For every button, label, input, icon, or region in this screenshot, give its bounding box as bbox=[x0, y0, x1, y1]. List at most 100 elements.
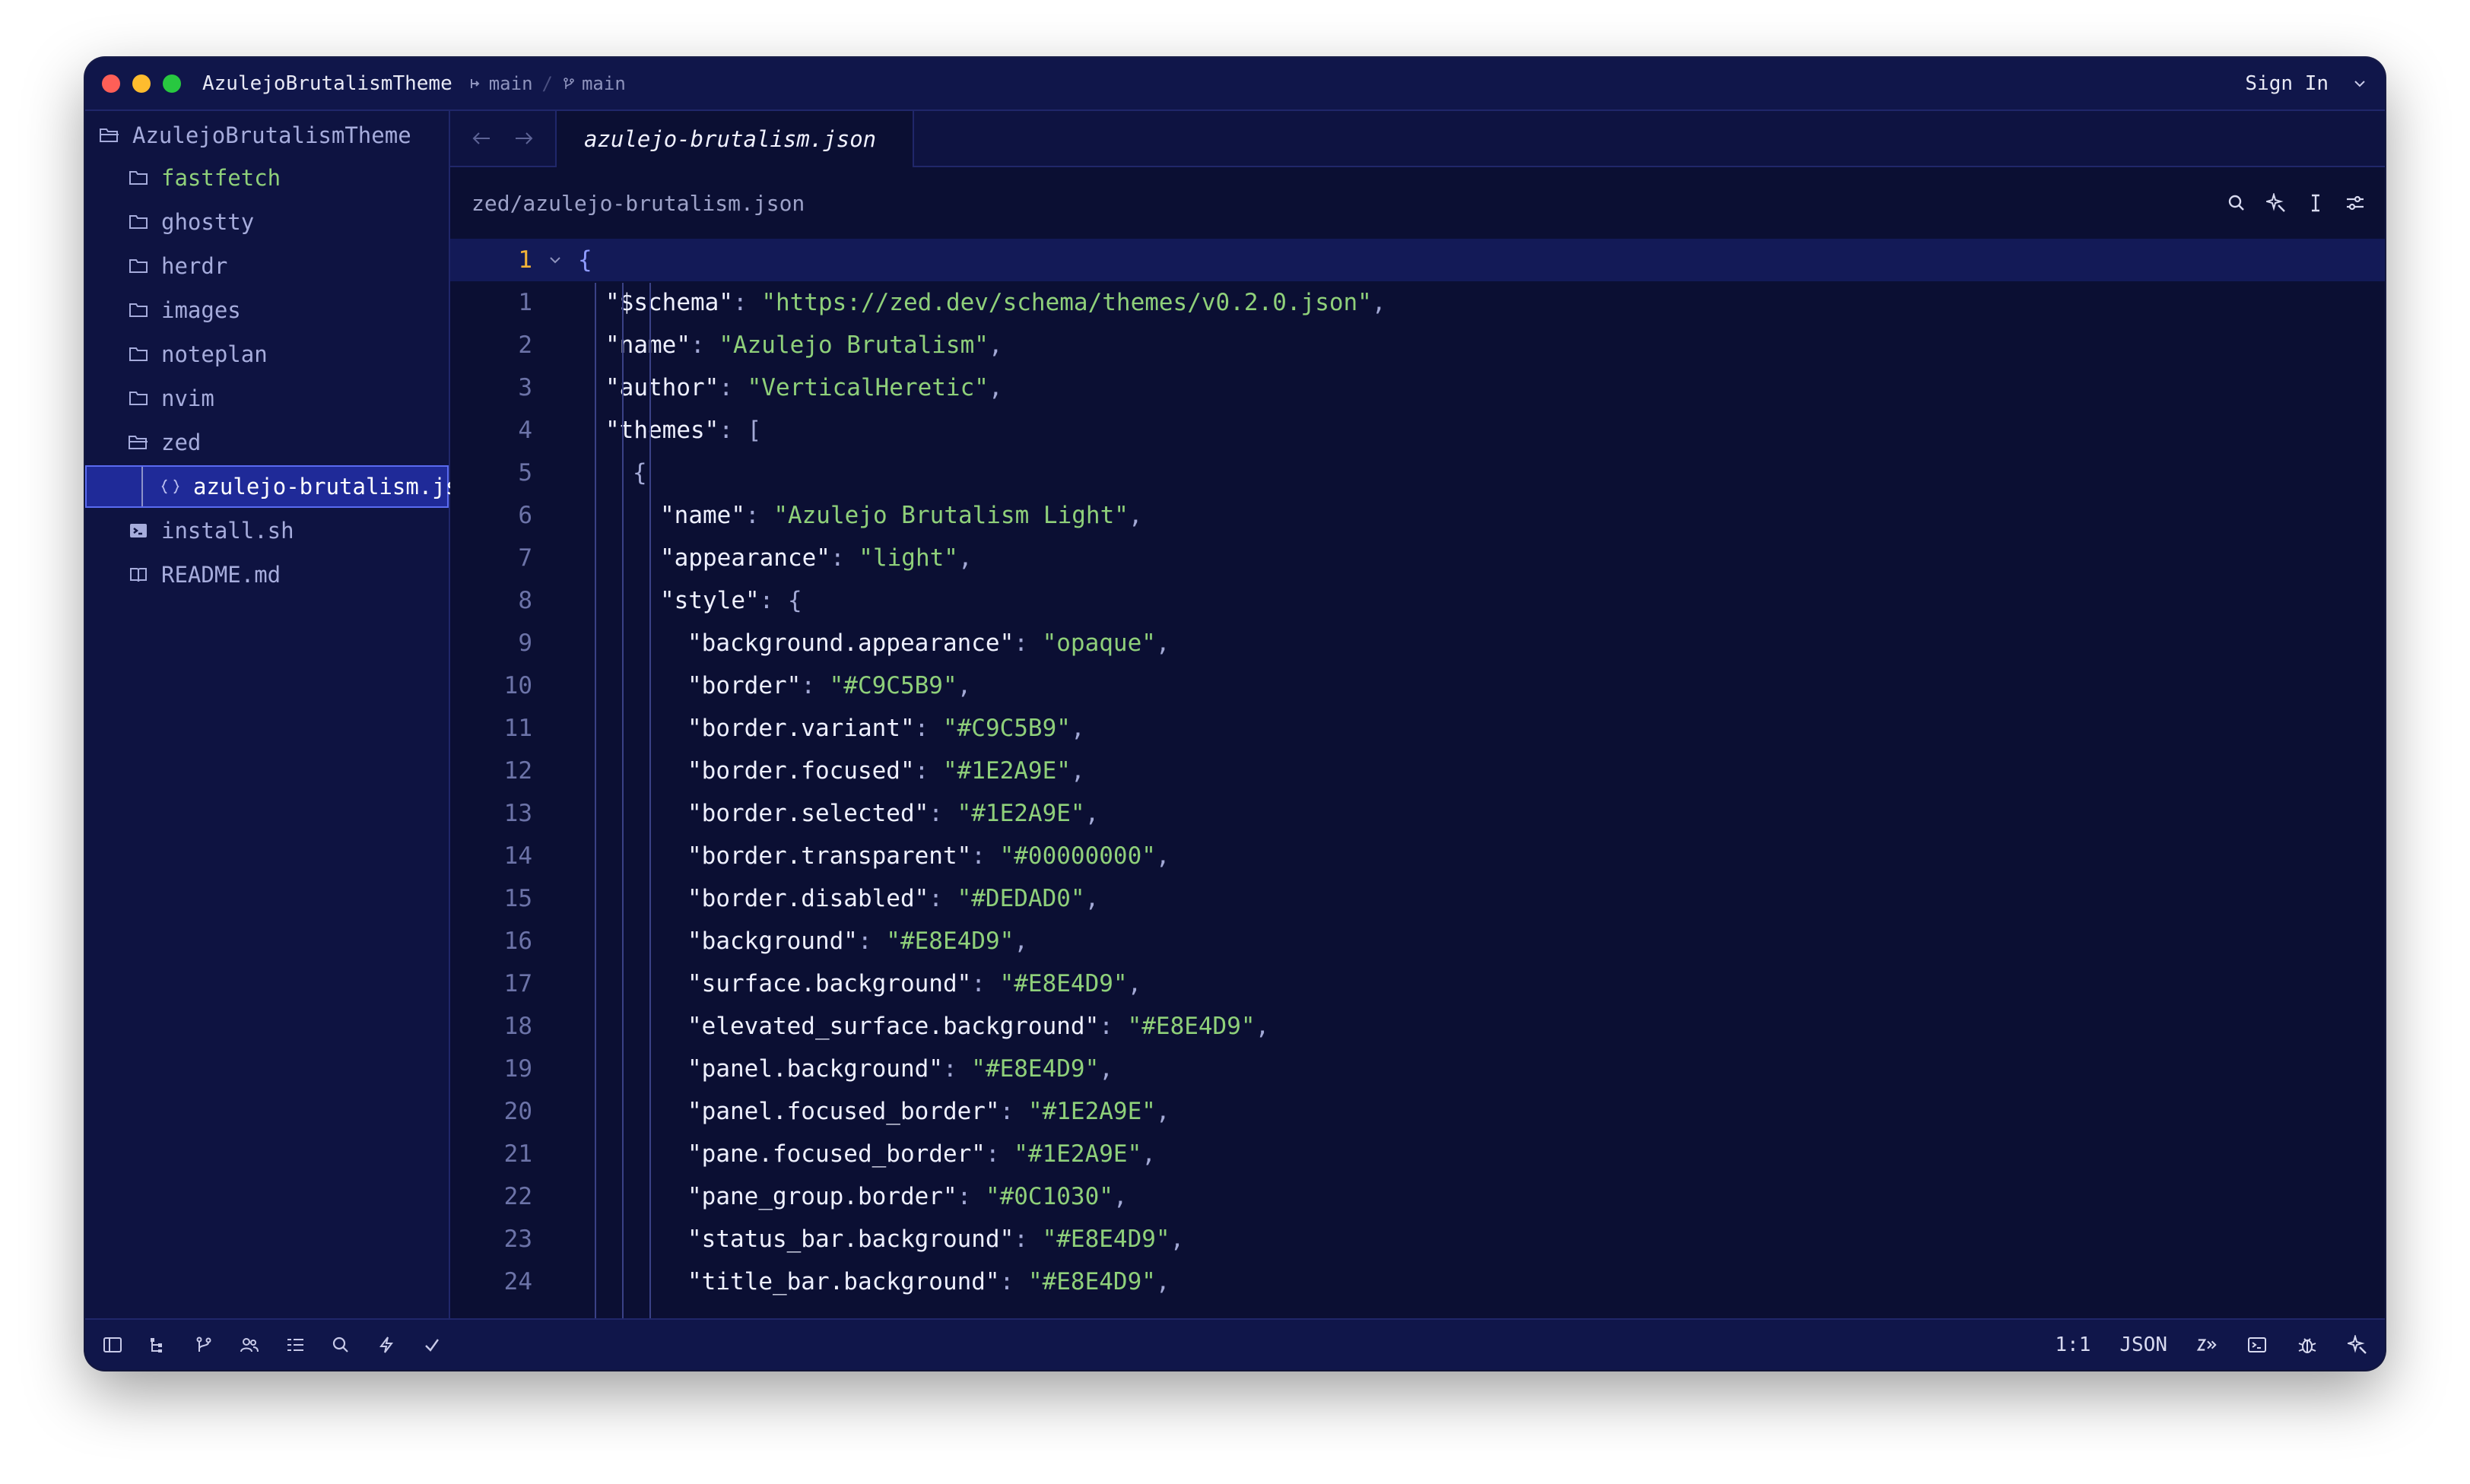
code-line[interactable]: 19 "panel.background": "#E8E4D9", bbox=[450, 1048, 2385, 1090]
fold-chevron-icon[interactable] bbox=[548, 252, 578, 268]
code-line[interactable]: 6 "name": "Azulejo Brutalism Light", bbox=[450, 494, 2385, 537]
code-line[interactable]: 13 "border.selected": "#1E2A9E", bbox=[450, 792, 2385, 835]
code-line[interactable]: 23 "status_bar.background": "#E8E4D9", bbox=[450, 1218, 2385, 1260]
code-line[interactable]: 9 "background.appearance": "opaque", bbox=[450, 622, 2385, 664]
search-icon[interactable] bbox=[330, 1334, 351, 1356]
branch-picker-1[interactable]: main bbox=[469, 73, 533, 94]
colon: : bbox=[957, 1183, 986, 1210]
code-line[interactable]: 14 "border.transparent": "#00000000", bbox=[450, 835, 2385, 877]
tree-item-readme-md[interactable]: README.md bbox=[85, 553, 449, 596]
tree-item-herdr[interactable]: herdr bbox=[85, 245, 449, 287]
nav-buttons bbox=[450, 111, 555, 166]
sliders-icon[interactable] bbox=[2345, 193, 2365, 213]
project-root[interactable]: AzulejoBrutalismTheme bbox=[85, 114, 449, 157]
punctuation: , bbox=[1170, 1226, 1185, 1253]
chevron-down-icon[interactable] bbox=[2351, 75, 2368, 92]
close-window-button[interactable] bbox=[102, 75, 120, 93]
tree-item-label: README.md bbox=[161, 562, 281, 588]
arrow-right-icon[interactable] bbox=[514, 131, 534, 146]
code-area[interactable]: 1{1 "$schema": "https://zed.dev/schema/th… bbox=[450, 239, 2385, 1318]
zoom-window-button[interactable] bbox=[163, 75, 181, 93]
colon: : bbox=[830, 544, 859, 572]
colon: : bbox=[719, 417, 748, 444]
cursor-position[interactable]: 1:1 bbox=[2055, 1333, 2091, 1356]
code-line[interactable]: 1{ bbox=[450, 239, 2385, 281]
punctuation: , bbox=[1084, 885, 1100, 912]
check-icon[interactable] bbox=[421, 1334, 443, 1356]
code-line[interactable]: 7 "appearance": "light", bbox=[450, 537, 2385, 579]
code-text: "panel.background": "#E8E4D9", bbox=[687, 1055, 1113, 1083]
code-line[interactable]: 3 "author": "VerticalHeretic", bbox=[450, 366, 2385, 409]
code-line[interactable]: 1 "$schema": "https://zed.dev/schema/them… bbox=[450, 281, 2385, 324]
minimize-window-button[interactable] bbox=[132, 75, 151, 93]
code-line[interactable]: 18 "elevated_surface.background": "#E8E4D… bbox=[450, 1005, 2385, 1048]
branch-picker-2[interactable]: main bbox=[562, 73, 626, 94]
line-number: 16 bbox=[503, 928, 532, 955]
code-line[interactable]: 15 "border.disabled": "#DEDAD0", bbox=[450, 877, 2385, 920]
tree-item-noteplan[interactable]: noteplan bbox=[85, 333, 449, 376]
collab-users-icon[interactable] bbox=[239, 1334, 260, 1356]
toggle-sidebar-icon[interactable] bbox=[102, 1334, 123, 1356]
json-key: "elevated_surface.background" bbox=[687, 1013, 1100, 1040]
tree-item-zed[interactable]: zed bbox=[85, 421, 449, 464]
tab-bar: azulejo-brutalism.json bbox=[450, 111, 2385, 167]
language-selector[interactable]: JSON bbox=[2119, 1333, 2167, 1356]
line-number: 2 bbox=[518, 331, 532, 359]
punctuation: , bbox=[1155, 842, 1170, 870]
zed-predict-icon[interactable] bbox=[2196, 1334, 2218, 1356]
code-line[interactable]: 11 "border.variant": "#C9C5B9", bbox=[450, 707, 2385, 750]
code-line[interactable]: 22 "pane_group.border": "#0C1030", bbox=[450, 1175, 2385, 1218]
code-line[interactable]: 8 "style": { bbox=[450, 579, 2385, 622]
code-line[interactable]: 17 "surface.background": "#E8E4D9", bbox=[450, 962, 2385, 1005]
colon: : bbox=[719, 374, 748, 401]
tree-item-fastfetch[interactable]: fastfetch bbox=[85, 157, 449, 199]
code-line[interactable]: 5{ bbox=[450, 452, 2385, 494]
tab-azulejo-brutalism-json[interactable]: azulejo-brutalism.json bbox=[555, 111, 915, 167]
book-icon bbox=[128, 564, 149, 585]
tree-item-install-sh[interactable]: install.sh bbox=[85, 509, 449, 552]
tree-item-images[interactable]: images bbox=[85, 289, 449, 331]
line-number: 3 bbox=[518, 374, 532, 401]
code-line[interactable]: 16 "background": "#E8E4D9", bbox=[450, 920, 2385, 962]
terminal-icon[interactable] bbox=[2246, 1334, 2268, 1356]
arrow-left-icon[interactable] bbox=[471, 131, 491, 146]
text-cursor-icon[interactable] bbox=[2306, 193, 2326, 213]
code-line[interactable]: 24 "title_bar.background": "#E8E4D9", bbox=[450, 1260, 2385, 1303]
tree-item-ghostty[interactable]: ghostty bbox=[85, 201, 449, 243]
tree-item-nvim[interactable]: nvim bbox=[85, 377, 449, 420]
git-panel-icon[interactable] bbox=[193, 1334, 214, 1356]
code-text: "author": "VerticalHeretic", bbox=[605, 374, 1003, 401]
tree-item-azulejo-brutalism-json[interactable]: azulejo-brutalism.json bbox=[85, 465, 485, 508]
code-line[interactable]: 10 "border": "#C9C5B9", bbox=[450, 664, 2385, 707]
line-number: 6 bbox=[518, 502, 532, 529]
code-line[interactable]: 21 "pane.focused_border": "#1E2A9E", bbox=[450, 1133, 2385, 1175]
code-line[interactable]: 2 "name": "Azulejo Brutalism", bbox=[450, 324, 2385, 366]
status-bar-left bbox=[102, 1334, 443, 1356]
search-icon[interactable] bbox=[2227, 193, 2246, 213]
debug-bug-icon[interactable] bbox=[2297, 1334, 2318, 1356]
json-string-value: "#1E2A9E" bbox=[1027, 1098, 1156, 1125]
lightning-icon[interactable] bbox=[376, 1334, 397, 1356]
project-name[interactable]: AzulejoBrutalismTheme bbox=[202, 72, 452, 95]
code-line[interactable]: 12 "border.focused": "#1E2A9E", bbox=[450, 750, 2385, 792]
line-number: 18 bbox=[503, 1013, 532, 1040]
colon: : bbox=[914, 715, 943, 742]
code-line[interactable]: 4 "themes": [ bbox=[450, 409, 2385, 452]
tree-item-label: nvim bbox=[161, 385, 214, 411]
sparkle-icon[interactable] bbox=[2266, 193, 2286, 213]
project-tree-icon[interactable] bbox=[148, 1334, 169, 1356]
folder-icon bbox=[128, 388, 149, 409]
code-text: "surface.background": "#E8E4D9", bbox=[687, 970, 1141, 997]
outline-icon[interactable] bbox=[284, 1334, 306, 1356]
assistant-sparkle-icon[interactable] bbox=[2347, 1334, 2368, 1356]
code-text: "style": { bbox=[660, 587, 802, 614]
code-text: "border": "#C9C5B9", bbox=[687, 672, 971, 699]
breadcrumb[interactable]: zed/azulejo-brutalism.json bbox=[471, 191, 805, 216]
folder-open-icon bbox=[99, 125, 120, 146]
code-line[interactable]: 20 "panel.focused_border": "#1E2A9E", bbox=[450, 1090, 2385, 1133]
code-text: "border.focused": "#1E2A9E", bbox=[687, 757, 1085, 785]
json-string-value: "#E8E4D9" bbox=[886, 928, 1014, 955]
line-number: 12 bbox=[503, 757, 532, 785]
sign-in-button[interactable]: Sign In bbox=[2245, 72, 2329, 95]
code-text: "pane_group.border": "#0C1030", bbox=[687, 1183, 1128, 1210]
